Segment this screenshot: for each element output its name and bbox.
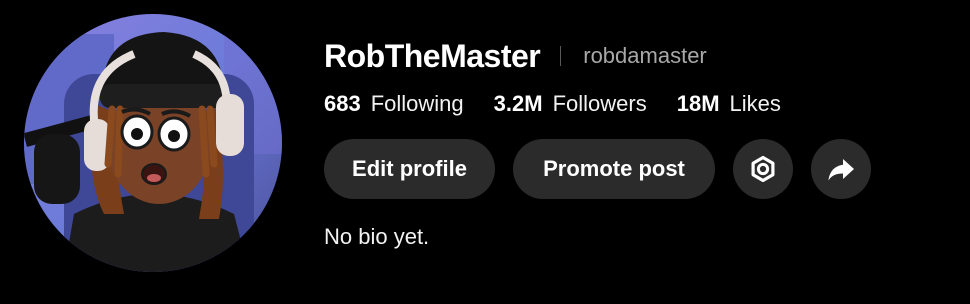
promote-post-button[interactable]: Promote post bbox=[513, 139, 715, 199]
gear-icon bbox=[748, 154, 778, 184]
stat-followers-value: 3.2M bbox=[493, 91, 543, 116]
stat-following-label: Following bbox=[370, 91, 464, 116]
avatar-illustration-icon bbox=[24, 14, 282, 272]
stat-likes[interactable]: 18M Likes bbox=[677, 91, 781, 117]
username: robdamaster bbox=[583, 43, 707, 68]
avatar[interactable] bbox=[24, 14, 282, 272]
name-row: RobTheMaster robdamaster bbox=[324, 34, 707, 78]
stat-likes-label: Likes bbox=[729, 91, 781, 116]
share-arrow-icon bbox=[826, 154, 856, 184]
stats-row: 683 Following 3.2M Followers 18M Likes bbox=[324, 88, 781, 120]
stat-likes-value: 18M bbox=[676, 91, 720, 116]
profile-header: RobTheMaster robdamaster 683 Following 3… bbox=[0, 0, 970, 304]
stat-followers-label: Followers bbox=[552, 91, 647, 116]
settings-button[interactable] bbox=[733, 139, 793, 199]
display-name: RobTheMaster bbox=[324, 37, 541, 74]
bio-text: No bio yet. bbox=[324, 224, 430, 249]
actions-row: Edit profile Promote post bbox=[324, 139, 871, 199]
stat-following-value: 683 bbox=[324, 91, 361, 116]
edit-profile-button[interactable]: Edit profile bbox=[324, 139, 495, 199]
share-button[interactable] bbox=[811, 139, 871, 199]
name-divider bbox=[560, 46, 562, 66]
stat-following[interactable]: 683 Following bbox=[324, 91, 464, 117]
stat-followers[interactable]: 3.2M Followers bbox=[494, 91, 647, 117]
